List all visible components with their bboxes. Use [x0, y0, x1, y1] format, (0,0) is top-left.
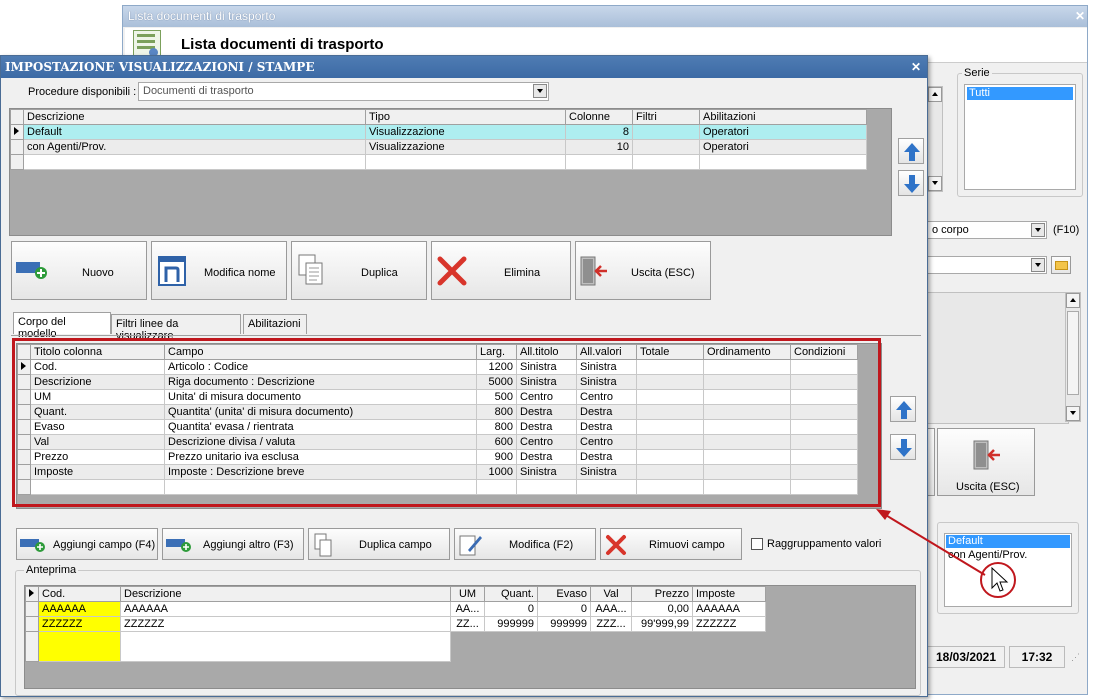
mouse-cursor-icon	[991, 566, 1009, 592]
annotation-overlay	[876, 509, 1016, 598]
annotation-arrow-line	[883, 513, 986, 576]
annotation-arrowhead	[876, 509, 891, 520]
